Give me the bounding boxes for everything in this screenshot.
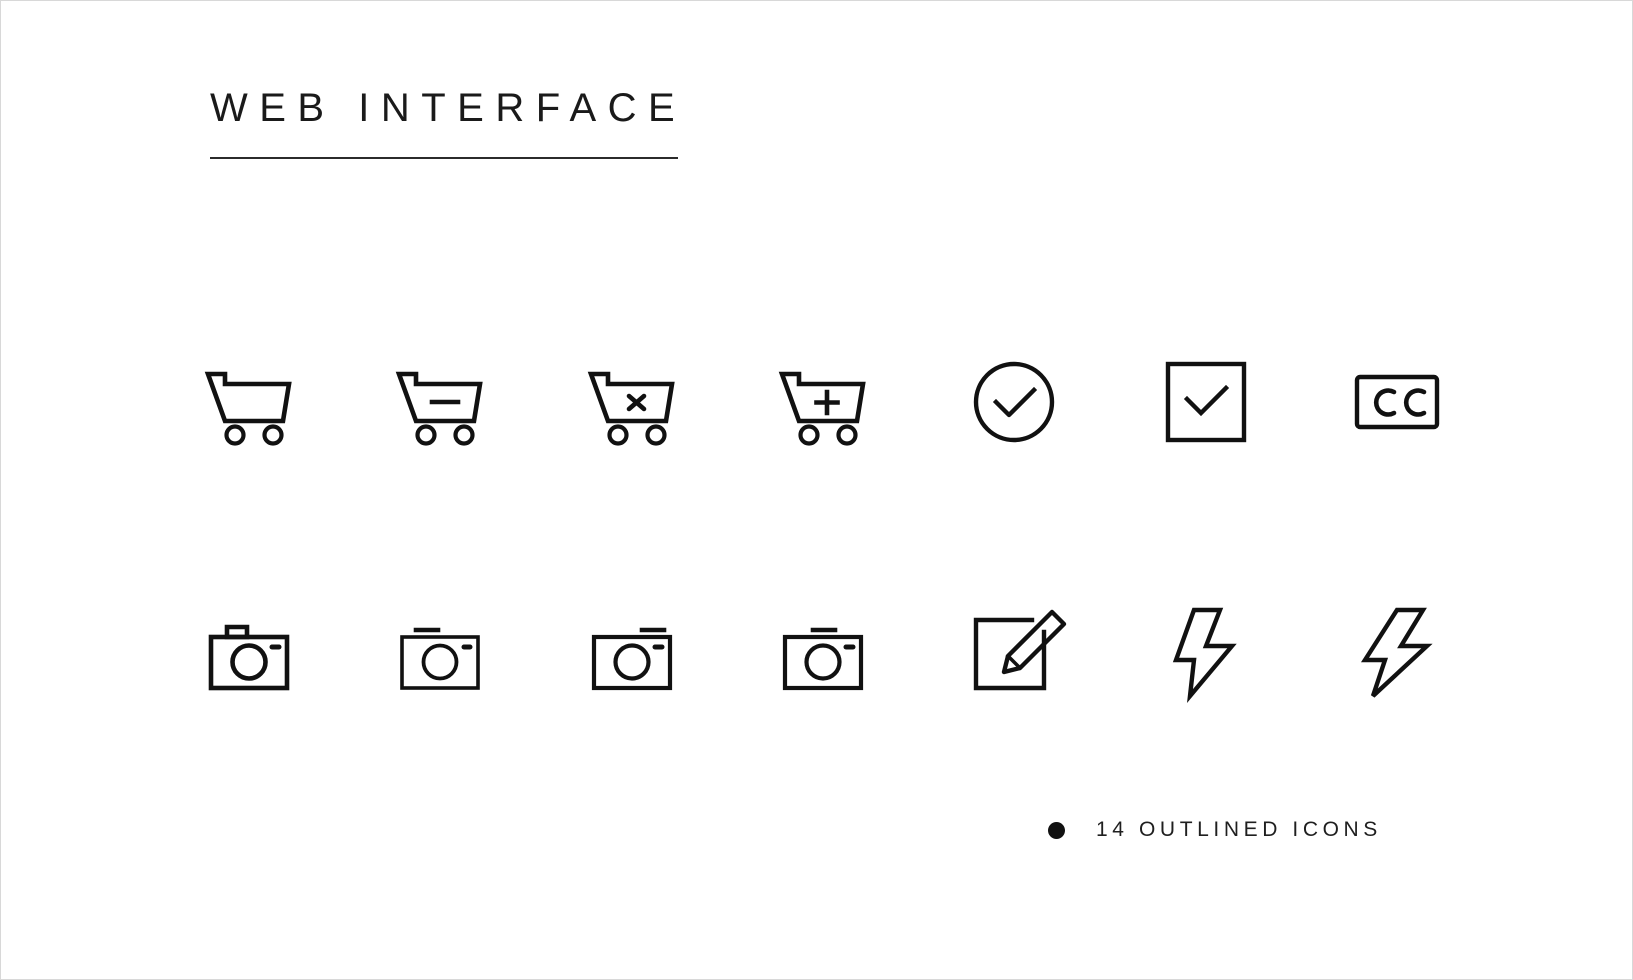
- icon-cell-camera-flat[interactable]: [344, 526, 535, 774]
- icon-cell-flash-italic[interactable]: [1302, 526, 1493, 774]
- icon-cell-shopping-cart[interactable]: [153, 278, 344, 526]
- flash-bolt-icon: [1172, 607, 1237, 703]
- icon-cell-closed-caption[interactable]: [1302, 278, 1493, 526]
- camera-icon: [208, 624, 290, 691]
- icon-cell-cart-remove[interactable]: [344, 278, 535, 526]
- camera-flat-icon: [400, 627, 480, 690]
- icon-cell-edit[interactable]: [919, 526, 1110, 774]
- check-square-icon: [1165, 361, 1247, 443]
- cart-add-icon: [778, 371, 866, 446]
- icon-grid: [153, 278, 1493, 774]
- edit-pencil-icon: [974, 609, 1067, 691]
- icon-cell-check-square[interactable]: [1110, 278, 1301, 526]
- cart-remove-icon: [395, 371, 483, 446]
- check-circle-icon: [974, 361, 1055, 443]
- footer-caption: 14 OUTLINED ICONS: [1096, 818, 1382, 841]
- flash-bolt-italic-icon: [1361, 607, 1433, 698]
- title-underline: [210, 157, 678, 159]
- icon-cell-camera[interactable]: [153, 526, 344, 774]
- icon-cell-check-circle[interactable]: [919, 278, 1110, 526]
- icon-cell-camera-center[interactable]: [727, 526, 918, 774]
- page-title: WEB INTERFACE: [210, 86, 687, 130]
- icon-cell-cart-delete[interactable]: [536, 278, 727, 526]
- icon-cell-cart-add[interactable]: [727, 278, 918, 526]
- icon-cell-flash[interactable]: [1110, 526, 1301, 774]
- icon-cell-camera-right[interactable]: [536, 526, 727, 774]
- shopping-cart-icon: [204, 371, 292, 446]
- header: WEB INTERFACE: [210, 88, 1110, 159]
- camera-center-icon: [782, 627, 864, 691]
- icon-set-page: WEB INTERFACE 14 OUTLINED ICONS: [0, 0, 1633, 980]
- closed-caption-icon: [1355, 374, 1440, 430]
- cart-delete-icon: [587, 371, 675, 446]
- camera-right-icon: [591, 627, 672, 691]
- bullet-icon: [1048, 821, 1065, 839]
- footer: 14 OUTLINED ICONS: [1048, 818, 1382, 842]
